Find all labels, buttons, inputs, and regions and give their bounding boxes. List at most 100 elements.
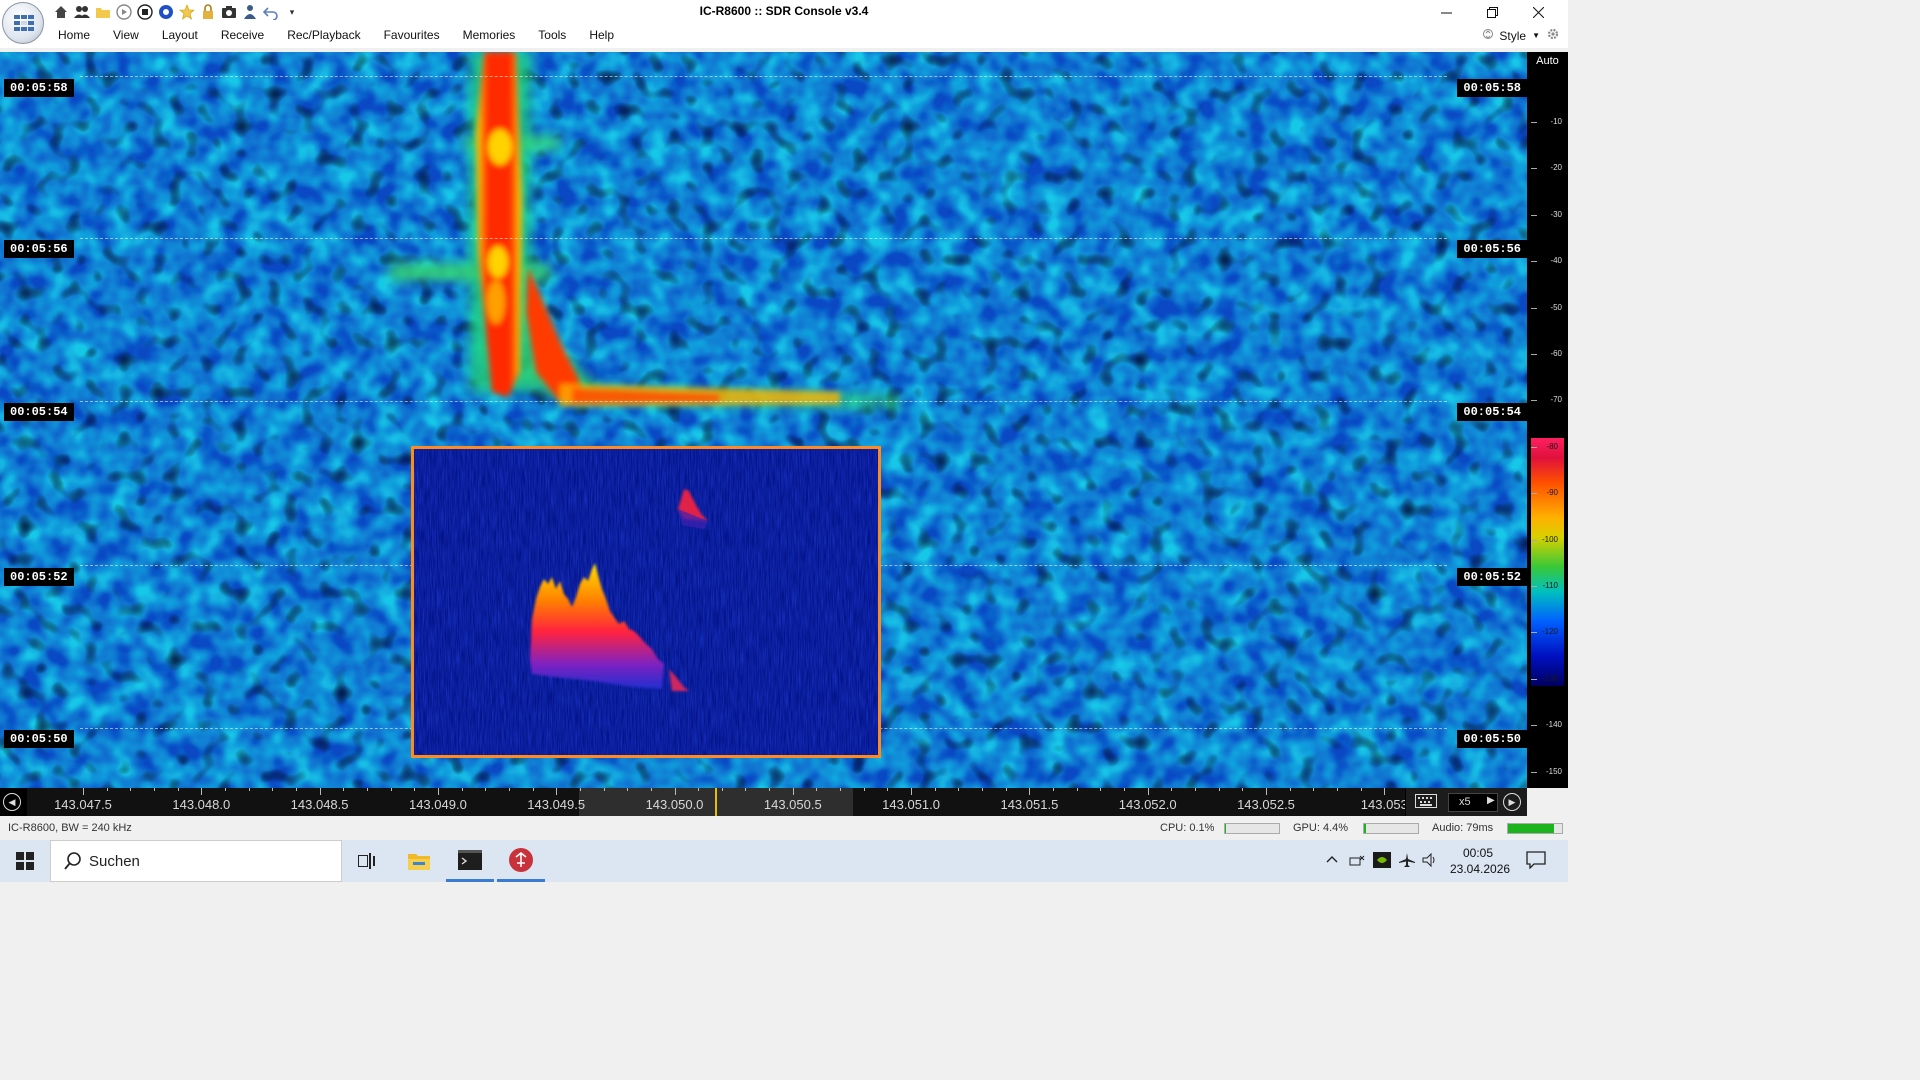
scale-auto-toggle[interactable]: Auto (1527, 55, 1568, 67)
scale-tick-label: -150 (1545, 766, 1562, 776)
menu-favourites[interactable]: Favourites (376, 28, 448, 42)
lock-icon[interactable] (199, 3, 217, 21)
undo-icon[interactable] (262, 3, 280, 21)
frequency-tick (201, 788, 203, 795)
menu-help[interactable]: Help (581, 28, 622, 42)
frequency-axis[interactable]: 143.047.5 143.048.0 143.048.5 143.049.0 143.… (27, 788, 1405, 816)
frequency-tick (1336, 788, 1338, 791)
scale-tick-mark (1531, 632, 1537, 634)
task-view-icon[interactable] (343, 840, 391, 882)
menu-view[interactable]: View (105, 28, 147, 42)
frequency-tick (769, 788, 771, 791)
clock-time: 00:05 (1462, 846, 1494, 860)
time-gridline (80, 401, 1447, 402)
time-label-left: 00:05:56 (4, 240, 74, 258)
application-menu-button[interactable] (2, 2, 44, 44)
frequency-label: 143.048.0 (172, 797, 231, 812)
frequency-tick (650, 788, 652, 791)
stop-icon[interactable] (136, 3, 154, 21)
menu-memories[interactable]: Memories (455, 28, 524, 42)
spectrum-3d-inset[interactable] (411, 446, 881, 758)
zoom-arrow-icon[interactable]: ▶ (1487, 795, 1495, 806)
play-icon[interactable] (115, 3, 133, 21)
time-label-right: 00:05:56 (1457, 240, 1527, 258)
level-scale[interactable]: Auto -10 -20 -30 -40 -50 -60 -70 -80 -90 -100 -110… (1527, 52, 1568, 788)
menu-home[interactable]: Home (50, 28, 98, 42)
frequency-tick (437, 788, 439, 795)
camera-icon[interactable] (220, 3, 238, 21)
frequency-tick (224, 788, 226, 791)
gpu-tray-icon[interactable] (1373, 852, 1391, 871)
notifications-icon[interactable] (1526, 851, 1546, 872)
frequency-tick (1313, 788, 1315, 791)
home-icon[interactable] (52, 3, 70, 21)
tray-expand-icon[interactable] (1325, 852, 1339, 867)
frequency-tick (508, 788, 510, 791)
frequency-label: 143.052.5 (1237, 797, 1295, 812)
tuning-marker[interactable] (715, 788, 717, 816)
scale-tick-label: -120 (1541, 627, 1558, 637)
restore-icon[interactable] (1469, 0, 1515, 24)
style-menu[interactable]: Style (1499, 29, 1526, 43)
scroll-right-icon[interactable]: ▶ (1503, 793, 1521, 811)
device-status: IC-R8600, BW = 240 kHz (8, 822, 132, 834)
style-dropdown-icon[interactable]: ▼ (1532, 31, 1540, 40)
scale-tick-label: -100 (1541, 534, 1558, 544)
scale-tick-mark (1531, 122, 1537, 123)
time-label-left: 00:05:54 (4, 403, 74, 421)
menu-tools[interactable]: Tools (530, 28, 574, 42)
scroll-left-icon[interactable]: ◀ (3, 793, 21, 811)
frequency-tick (934, 788, 936, 791)
start-button[interactable] (0, 840, 50, 882)
frequency-tick (840, 788, 842, 791)
gpu-meter (1363, 823, 1419, 834)
frequency-tick (1218, 788, 1220, 791)
folder-icon[interactable] (94, 3, 112, 21)
favourite-star-icon[interactable] (178, 3, 196, 21)
menu-receive[interactable]: Receive (213, 28, 272, 42)
record-icon[interactable] (157, 3, 175, 21)
time-label-right: 00:05:52 (1457, 568, 1527, 586)
scale-tick-mark (1531, 400, 1537, 402)
time-gridline (80, 238, 1447, 239)
frequency-tick (1384, 788, 1386, 795)
frequency-tick (177, 788, 179, 791)
waterfall-display[interactable]: 00:05:58 00:05:56 00:05:54 00:05:52 00:0… (0, 52, 1527, 788)
audio-label: Audio: 79ms (1432, 822, 1494, 834)
scale-tick-mark (1531, 307, 1537, 309)
frequency-tick (982, 788, 984, 791)
collapse-ribbon-icon[interactable] (1483, 27, 1494, 44)
person-icon[interactable] (241, 3, 259, 21)
dropdown-icon[interactable]: ▾ (283, 3, 301, 21)
terminal-app-icon[interactable] (446, 840, 494, 882)
sdr-console-app-icon[interactable] (497, 840, 545, 882)
color-scale-bar[interactable] (1531, 438, 1564, 686)
minimize-icon[interactable] (1423, 0, 1469, 24)
volume-icon[interactable] (1421, 852, 1439, 871)
frequency-tick (863, 788, 865, 791)
spectrum-3d-plot (414, 449, 878, 755)
taskbar-clock[interactable]: 00:05 23.04.2026 (1450, 845, 1510, 877)
frequency-tick (887, 788, 889, 791)
scale-tick-label: -130 (1541, 673, 1558, 683)
keyboard-icon[interactable] (1412, 794, 1440, 810)
close-icon[interactable] (1515, 0, 1561, 24)
menu-rec-playback[interactable]: Rec/Playback (279, 28, 368, 42)
settings-gear-icon[interactable] (1546, 27, 1560, 44)
taskbar-search[interactable]: Suchen (50, 840, 342, 882)
menu-layout[interactable]: Layout (154, 28, 206, 42)
frequency-label: 143.051.0 (882, 797, 941, 812)
frequency-label: 143.052.0 (1118, 797, 1177, 812)
frequency-tick (1289, 788, 1291, 791)
airplane-mode-icon[interactable] (1398, 852, 1416, 871)
windows-taskbar: Suchen 00:05 23.04.2026 (0, 840, 1568, 882)
frequency-tick (721, 788, 723, 791)
frequency-tick (792, 788, 794, 795)
users-icon[interactable] (73, 3, 91, 21)
frequency-label: 143.050.0 (645, 797, 704, 812)
file-explorer-icon[interactable] (395, 840, 443, 882)
network-icon[interactable] (1348, 852, 1366, 871)
frequency-tick (1171, 788, 1173, 791)
time-label-right: 00:05:54 (1457, 403, 1527, 421)
frequency-tick (1242, 788, 1244, 791)
